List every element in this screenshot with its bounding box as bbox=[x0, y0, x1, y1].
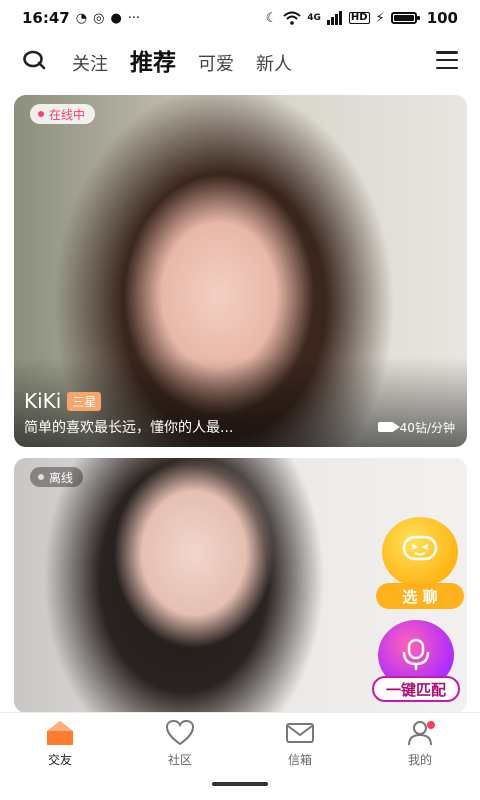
home-icon bbox=[47, 721, 73, 745]
status-label: 离线 bbox=[49, 470, 74, 485]
select-chat-label: 选 聊 bbox=[376, 583, 464, 609]
quick-match-label: 一键匹配 bbox=[372, 676, 460, 702]
tab-newcomer[interactable]: 新人 bbox=[256, 50, 292, 76]
home-indicator[interactable] bbox=[212, 782, 268, 786]
message-notification-icon: ● bbox=[110, 10, 122, 26]
heart-icon bbox=[165, 719, 195, 746]
profile-card[interactable]: 在线中 KiKi 三星 简单的喜欢最长远，懂你的人最... 40钻/分钟 bbox=[14, 95, 467, 447]
tab-bar: 关注 推荐 可爱 新人 bbox=[72, 43, 292, 77]
status-dot-icon bbox=[38, 474, 44, 480]
name-row: KiKi 三星 bbox=[24, 389, 102, 413]
menu-icon[interactable] bbox=[436, 51, 458, 69]
nav-label: 交友 bbox=[47, 753, 72, 767]
select-chat-button[interactable]: 选 聊 bbox=[376, 517, 464, 609]
notification-dot bbox=[427, 721, 435, 729]
tab-cute[interactable]: 可爱 bbox=[198, 50, 234, 76]
tab-follow[interactable]: 关注 bbox=[72, 50, 108, 76]
video-price: 40钻/分钟 bbox=[377, 419, 455, 436]
price-label: 40钻/分钟 bbox=[399, 420, 455, 435]
nav-label: 我的 bbox=[407, 753, 432, 767]
signal-icon bbox=[326, 11, 342, 25]
chat-notification-icon: ◔ bbox=[75, 10, 88, 26]
status-label: 在线中 bbox=[49, 107, 86, 122]
wifi-icon bbox=[283, 11, 301, 25]
battery-level: 100 bbox=[426, 9, 458, 27]
battery-icon bbox=[390, 12, 420, 24]
more-notifications-icon: ··· bbox=[127, 10, 141, 26]
nav-item-mine[interactable]: 我的 bbox=[385, 719, 455, 768]
microphone-icon bbox=[402, 638, 430, 670]
profile-bio: 简单的喜欢最长远，懂你的人最... bbox=[24, 420, 234, 436]
quick-match-button[interactable]: 一键匹配 bbox=[372, 620, 460, 702]
mail-icon bbox=[286, 723, 314, 743]
network-type-label: 4G bbox=[307, 12, 321, 23]
status-dot-icon bbox=[38, 111, 44, 117]
hd-label: HD bbox=[348, 12, 370, 24]
nav-item-mailbox[interactable]: 信箱 bbox=[265, 719, 335, 768]
online-status-badge: 在线中 bbox=[30, 104, 96, 124]
alarm-icon: ☾ bbox=[265, 10, 278, 26]
search-icon[interactable] bbox=[22, 49, 46, 71]
top-nav: 关注 推荐 可爱 新人 bbox=[0, 40, 480, 80]
level-badge: 三星 bbox=[67, 391, 102, 411]
offline-status-badge: 离线 bbox=[30, 467, 84, 487]
nav-item-friends[interactable]: 交友 bbox=[25, 719, 95, 768]
smile-face-icon bbox=[402, 535, 438, 561]
status-time: 16:47 bbox=[22, 9, 70, 27]
profile-name: KiKi bbox=[24, 389, 62, 413]
nav-label: 社区 bbox=[167, 753, 192, 767]
tab-recommend[interactable]: 推荐 bbox=[130, 43, 176, 77]
weibo-notification-icon: ◎ bbox=[93, 10, 105, 26]
bio-row: 简单的喜欢最长远，懂你的人最... 40钻/分钟 bbox=[24, 417, 455, 437]
charging-icon: ⚡ bbox=[375, 10, 385, 26]
nav-item-community[interactable]: 社区 bbox=[145, 719, 215, 768]
nav-label: 信箱 bbox=[287, 753, 312, 767]
bottom-nav: 交友 社区 信箱 我的 bbox=[0, 712, 480, 800]
status-bar: 16:47 ◔ ◎ ● ··· ☾ 4G HD ⚡ 100 bbox=[0, 0, 480, 36]
video-camera-icon bbox=[377, 422, 400, 432]
